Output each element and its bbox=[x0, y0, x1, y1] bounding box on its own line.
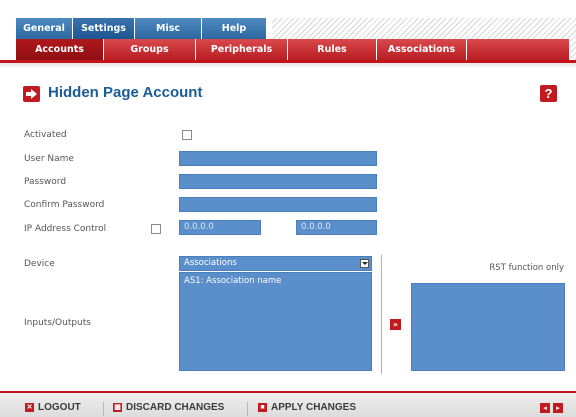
io-list-item[interactable]: AS1: Association name bbox=[184, 276, 367, 286]
ip-from-field[interactable]: 0.0.0.0 bbox=[179, 220, 261, 235]
device-select-value: Associations bbox=[184, 258, 237, 268]
discard-label: DISCARD CHANGES bbox=[126, 402, 225, 413]
footer-separator bbox=[247, 402, 248, 416]
activated-checkbox[interactable] bbox=[182, 130, 192, 140]
apply-changes-button[interactable]: ■ APPLY CHANGES bbox=[258, 402, 356, 413]
discard-changes-button[interactable]: ▦ DISCARD CHANGES bbox=[113, 402, 224, 413]
tab-general[interactable]: General bbox=[16, 18, 73, 39]
tab-accounts[interactable]: Accounts bbox=[16, 39, 104, 60]
tab-misc[interactable]: Misc bbox=[135, 18, 202, 39]
tab-peripherals[interactable]: Peripherals bbox=[196, 39, 288, 60]
tab-help[interactable]: Help bbox=[202, 18, 267, 39]
io-listbox[interactable]: AS1: Association name bbox=[179, 272, 372, 371]
confirm-password-field[interactable] bbox=[179, 197, 377, 212]
password-label: Password bbox=[24, 177, 67, 187]
rst-listbox[interactable] bbox=[411, 283, 565, 371]
primary-tabs: General Settings Misc Help bbox=[16, 18, 267, 39]
device-label: Device bbox=[24, 259, 55, 269]
logout-button[interactable]: ✕ LOGOUT bbox=[25, 402, 81, 413]
tab-associations[interactable]: Associations bbox=[377, 39, 467, 60]
io-label: Inputs/Outputs bbox=[24, 318, 91, 328]
ip-to-field[interactable]: 0.0.0.0 bbox=[296, 220, 377, 235]
tab-groups[interactable]: Groups bbox=[104, 39, 196, 60]
close-icon: ✕ bbox=[25, 403, 34, 412]
vertical-divider bbox=[381, 255, 382, 374]
apply-label: APPLY CHANGES bbox=[271, 402, 357, 413]
device-select[interactable]: Associations bbox=[179, 256, 372, 271]
discard-icon: ▦ bbox=[113, 403, 122, 412]
tab-settings[interactable]: Settings bbox=[73, 18, 135, 39]
rst-label: RST function only bbox=[489, 263, 564, 273]
page-title: Hidden Page Account bbox=[48, 84, 203, 101]
chevron-right-icon[interactable]: ▸ bbox=[553, 403, 563, 413]
header-shadow bbox=[0, 63, 576, 69]
help-icon[interactable]: ? bbox=[540, 85, 557, 102]
footer-separator bbox=[103, 402, 104, 416]
user-name-field[interactable] bbox=[179, 151, 377, 166]
ip-control-checkbox[interactable] bbox=[151, 224, 161, 234]
password-field[interactable] bbox=[179, 174, 377, 189]
tab-rules[interactable]: Rules bbox=[288, 39, 377, 60]
confirm-password-label: Confirm Password bbox=[24, 200, 105, 210]
top-strip bbox=[0, 0, 576, 18]
move-right-button[interactable]: » bbox=[390, 319, 401, 330]
arrow-right-icon bbox=[23, 86, 40, 102]
save-icon: ■ bbox=[258, 403, 267, 412]
activated-label: Activated bbox=[24, 130, 67, 140]
ip-control-label: IP Address Control bbox=[24, 224, 107, 234]
secondary-tabs: Accounts Groups Peripherals Rules Associ… bbox=[16, 39, 570, 60]
user-name-label: User Name bbox=[24, 154, 74, 164]
logout-label: LOGOUT bbox=[38, 402, 81, 413]
tab-spacer bbox=[467, 39, 570, 60]
chevron-left-icon[interactable]: ◂ bbox=[540, 403, 550, 413]
chevron-down-icon[interactable] bbox=[360, 259, 369, 268]
